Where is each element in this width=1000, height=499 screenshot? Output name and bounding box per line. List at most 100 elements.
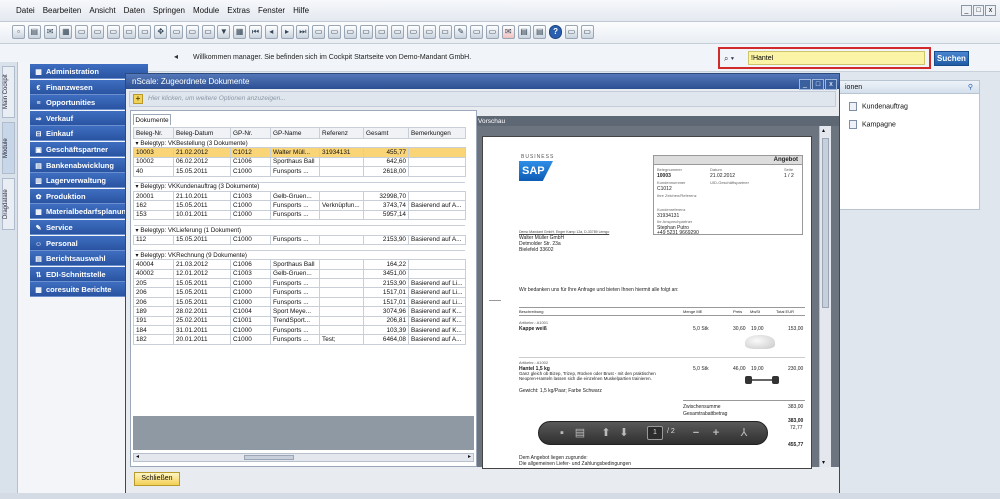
- table-row[interactable]: 162 15.05.2011 C1000 Funsports ... Verknüpfu…: [133, 200, 466, 211]
- column-header[interactable]: Beleg-Datum: [173, 127, 231, 139]
- report-icon[interactable]: ▤: [517, 25, 531, 39]
- page-number-input[interactable]: 1: [647, 426, 663, 440]
- action-kundenauftrag[interactable]: Kundenauftrag: [849, 102, 908, 112]
- filter-icon[interactable]: ▼: [217, 25, 231, 39]
- group-header-row[interactable]: ▾ Belegtyp: VKRechnung (9 Dokumente): [133, 249, 466, 261]
- menu-daten[interactable]: Daten: [120, 0, 149, 22]
- dialog-maximize-button[interactable]: □: [812, 79, 824, 90]
- menu-fenster[interactable]: Fenster: [254, 0, 289, 22]
- doc-icon[interactable]: ▭: [106, 25, 120, 39]
- table-row[interactable]: 206 15.05.2011 C1000 Funsports ... 1517,01 Ba…: [133, 287, 466, 298]
- search-scope-dropdown[interactable]: ⌕ ▾: [724, 52, 746, 65]
- table-row[interactable]: 10003 21.02.2012 C1012 Walter Müll... 319341…: [133, 147, 466, 158]
- menu-datei[interactable]: Datei: [12, 0, 39, 22]
- column-header[interactable]: Beleg-Nr.: [133, 127, 174, 139]
- action-kampagne[interactable]: Kampagne: [849, 120, 896, 130]
- close-window-button[interactable]: x: [985, 5, 996, 16]
- column-header[interactable]: Referenz: [319, 127, 364, 139]
- table-row[interactable]: 206 15.05.2011 C1000 Funsports ... 1517,01 Ba…: [133, 296, 466, 308]
- move-icon[interactable]: ✥: [154, 25, 168, 39]
- table-row[interactable]: 10002 06.02.2012 C1006 Sporthaus Ball 642,60: [133, 156, 466, 168]
- menu-ansicht[interactable]: Ansicht: [85, 0, 119, 22]
- doc-icon[interactable]: ▭: [359, 25, 373, 39]
- menu-module[interactable]: Module: [189, 0, 223, 22]
- table-row[interactable]: 40002 12.01.2012 C1003 Gelb-Gruen... 3451,00: [133, 268, 466, 280]
- table-row[interactable]: 189 28.02.2011 C1004 Sport Meye... 3074,96 Ba…: [133, 306, 466, 317]
- group-header-row[interactable]: ▾ Belegtyp: VKBestellung (3 Dokumente): [133, 137, 466, 149]
- doc-icon[interactable]: ▭: [391, 25, 405, 39]
- scroll-down-icon[interactable]: ▾: [822, 459, 825, 466]
- page-down-icon[interactable]: ⬇: [617, 426, 631, 440]
- doc-icon[interactable]: ▭: [122, 25, 136, 39]
- horizontal-scrollbar[interactable]: ◂ ▸: [133, 453, 474, 462]
- tab-dokumente[interactable]: Dokumente: [133, 114, 171, 125]
- doc-icon[interactable]: ▭: [138, 25, 152, 39]
- doc-icon[interactable]: ▭: [564, 25, 578, 39]
- menu-bearbeiten[interactable]: Bearbeiten: [39, 0, 86, 22]
- table-row[interactable]: 20001 21.10.2011 C1003 Gelb-Gruen... 32998,7…: [133, 190, 466, 202]
- acrobat-icon[interactable]: ⅄: [737, 426, 751, 440]
- help-icon[interactable]: ?: [549, 25, 563, 39]
- close-button[interactable]: Schließen: [134, 472, 180, 486]
- doc-icon[interactable]: ▭: [470, 25, 484, 39]
- dialog-title-bar[interactable]: nScale: Zugeordnete Dokumente _ □ x: [126, 74, 839, 90]
- dispatch-icon[interactable]: ✉: [43, 25, 57, 39]
- column-header[interactable]: GP-Name: [270, 127, 320, 139]
- menu-extras[interactable]: Extras: [223, 0, 254, 22]
- menu-springen[interactable]: Springen: [149, 0, 189, 22]
- edit-icon[interactable]: ✎: [454, 25, 468, 39]
- first-icon[interactable]: ⏮: [248, 25, 262, 39]
- column-header[interactable]: Bemerkungen: [408, 127, 466, 139]
- new-icon[interactable]: ▫: [12, 25, 25, 39]
- group-header-row[interactable]: ▾ Belegtyp: VKKundenauftrag (3 Dokumente…: [133, 181, 466, 192]
- doc-icon[interactable]: ▭: [406, 25, 420, 39]
- restore-button[interactable]: □: [973, 5, 984, 16]
- table-row[interactable]: 205 15.05.2011 C1000 Funsports ... 2153,90 Ba…: [133, 278, 466, 289]
- table-row[interactable]: 153 10.01.2011 C1000 Funsports ... 5957,14: [133, 209, 466, 221]
- scroll-right-icon[interactable]: ▸: [468, 453, 471, 460]
- collapse-sidebar-icon[interactable]: ◂: [174, 52, 178, 61]
- doc-icon[interactable]: ▭: [343, 25, 357, 39]
- minimize-button[interactable]: _: [961, 5, 972, 16]
- table-row[interactable]: 182 20.01.2011 C1000 Funsports ... Test; 6464…: [133, 334, 466, 345]
- doc-icon[interactable]: ▭: [90, 25, 104, 39]
- expand-options-icon[interactable]: +: [133, 94, 143, 104]
- zoom-out-icon[interactable]: −: [689, 426, 703, 440]
- next-icon[interactable]: ▸: [280, 25, 294, 39]
- doc-icon[interactable]: ▭: [75, 25, 89, 39]
- tab-module[interactable]: Module: [2, 122, 15, 174]
- doc-icon[interactable]: ▭: [201, 25, 215, 39]
- last-icon[interactable]: ⏭: [296, 25, 310, 39]
- doc-icon[interactable]: ▭: [327, 25, 341, 39]
- table-row[interactable]: 191 25.02.2011 C1001 TrendSport... 206,81 Bas…: [133, 315, 466, 327]
- page-up-icon[interactable]: ⬆: [599, 426, 613, 440]
- table-row[interactable]: 40 15.05.2011 C1000 Funsports ... 2618,00: [133, 166, 466, 177]
- prev-icon[interactable]: ◂: [264, 25, 278, 39]
- doc-icon[interactable]: ▭: [485, 25, 499, 39]
- group-header-row[interactable]: ▾ Belegtyp: VKLieferung (1 Dokument): [133, 225, 466, 236]
- zoom-in-icon[interactable]: +: [709, 426, 723, 440]
- doc-icon[interactable]: ▭: [185, 25, 199, 39]
- scroll-left-icon[interactable]: ◂: [136, 453, 139, 460]
- column-header[interactable]: Gesamt: [363, 127, 409, 139]
- mail-icon[interactable]: ✉: [501, 25, 515, 39]
- menu-hilfe[interactable]: Hilfe: [289, 0, 313, 22]
- table-row[interactable]: 184 31.01.2011 C1000 Funsports ... 103,39 Bas…: [133, 325, 466, 336]
- print-preview-icon[interactable]: ▦: [59, 25, 73, 39]
- group-hint-bar[interactable]: + Hier klicken, um weitere Optionen anzu…: [129, 91, 836, 107]
- print-icon[interactable]: ▤: [27, 25, 41, 39]
- doc-icon[interactable]: ▭: [422, 25, 436, 39]
- doc-icon[interactable]: ▭: [580, 25, 594, 39]
- scroll-thumb[interactable]: [244, 455, 294, 460]
- table-icon[interactable]: ▦: [233, 25, 247, 39]
- doc-icon[interactable]: ▭: [438, 25, 452, 39]
- scroll-up-icon[interactable]: ▴: [822, 127, 825, 134]
- doc-icon[interactable]: ▭: [375, 25, 389, 39]
- vertical-scrollbar[interactable]: ▴ ▾: [819, 126, 831, 467]
- report-icon[interactable]: ▤: [533, 25, 547, 39]
- doc-icon[interactable]: ▭: [169, 25, 183, 39]
- pin-icon[interactable]: ⚲: [968, 81, 973, 94]
- print-icon[interactable]: ▤: [573, 426, 587, 440]
- tab-dragdatate[interactable]: Dragdatate: [2, 178, 15, 230]
- dialog-close-button[interactable]: x: [825, 79, 837, 90]
